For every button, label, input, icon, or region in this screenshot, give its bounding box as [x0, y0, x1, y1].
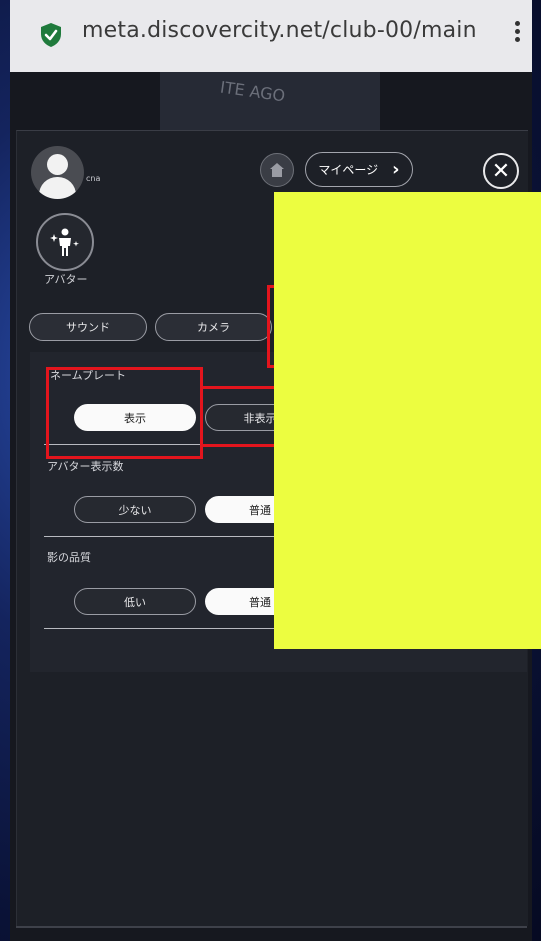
- mypage-button[interactable]: マイページ ›: [305, 152, 413, 187]
- panel-divider: [16, 926, 527, 928]
- username: cna: [86, 174, 101, 183]
- section-divider: [44, 628, 284, 629]
- redaction-overlay: [274, 192, 541, 649]
- highlight-box: [200, 386, 280, 447]
- highlight-box: [46, 367, 203, 459]
- home-icon: [270, 163, 284, 177]
- section-divider: [44, 536, 284, 537]
- close-icon[interactable]: ✕: [483, 153, 519, 189]
- tab-sound[interactable]: サウンド: [29, 313, 147, 341]
- user-avatar-icon[interactable]: [31, 146, 84, 199]
- avatar-sparkle-icon: [50, 228, 79, 256]
- tab-camera[interactable]: カメラ: [155, 313, 272, 341]
- avatar-button[interactable]: [36, 213, 94, 271]
- url-text[interactable]: meta.discovercity.net/club-00/main: [82, 18, 496, 43]
- avatar-count-few-button[interactable]: 少ない: [74, 496, 196, 523]
- shadow-quality-label: 影の品質: [47, 551, 91, 564]
- shadow-low-button[interactable]: 低い: [74, 588, 196, 615]
- kebab-menu-icon[interactable]: [512, 18, 522, 52]
- browser-address-bar[interactable]: meta.discovercity.net/club-00/main: [10, 0, 532, 72]
- avatar-count-label: アバター表示数: [47, 460, 124, 473]
- home-button[interactable]: [260, 153, 294, 187]
- mypage-label: マイページ: [318, 163, 379, 177]
- avatar-button-label: アバター: [44, 273, 88, 286]
- chevron-right-icon: ›: [392, 159, 400, 180]
- shield-check-icon: [41, 23, 61, 47]
